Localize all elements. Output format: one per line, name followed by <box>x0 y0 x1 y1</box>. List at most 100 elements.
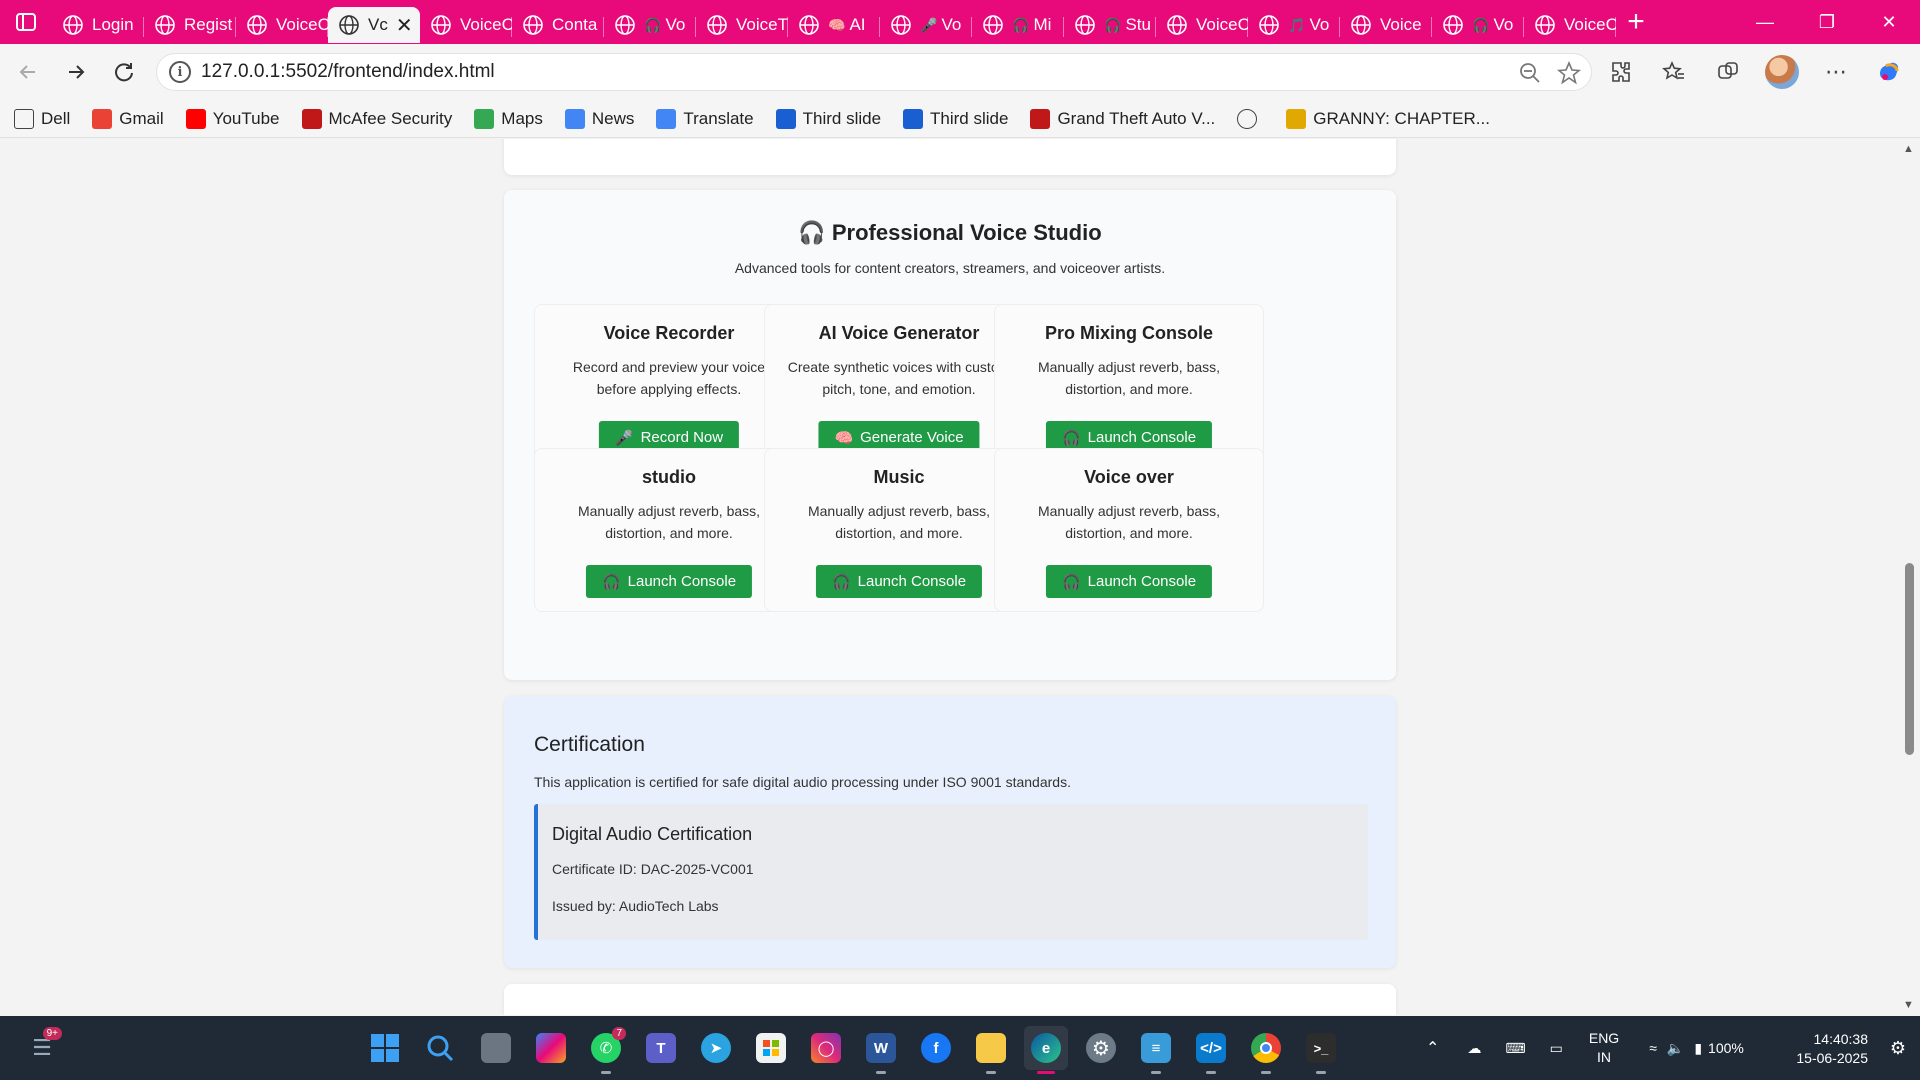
restore-button[interactable]: ❐ <box>1796 0 1858 44</box>
whatsapp-icon[interactable]: ✆ 7 <box>584 1026 628 1074</box>
new-tab-button[interactable]: + <box>1616 0 1656 44</box>
bookmark-10[interactable] <box>1237 108 1264 129</box>
favorites-icon[interactable] <box>1652 52 1696 92</box>
bookmark-6[interactable]: Translate <box>656 108 754 129</box>
bookmark-1[interactable]: Gmail <box>92 108 164 129</box>
bookmark-9[interactable]: Grand Theft Auto V... <box>1030 108 1215 129</box>
tab-actions-icon[interactable] <box>0 0 52 44</box>
display-icon[interactable]: ▭ <box>1550 1040 1563 1057</box>
refresh-button[interactable] <box>100 52 148 92</box>
volume-icon[interactable]: 🔈 <box>1667 1040 1684 1057</box>
address-bar[interactable]: i 127.0.0.1:5502/frontend/index.html <box>156 53 1592 91</box>
edge-icon[interactable]: e <box>1024 1026 1068 1074</box>
bookmark-0[interactable]: Dell <box>14 108 70 129</box>
telegram-icon[interactable]: ➤ <box>694 1026 738 1070</box>
page-scrollbar[interactable]: ▲ ▼ <box>1898 139 1920 1015</box>
tool-action-button[interactable]: 🎧 Launch Console <box>1045 565 1213 598</box>
close-window-button[interactable]: ✕ <box>1858 0 1920 44</box>
copilot-app-icon[interactable] <box>529 1026 573 1070</box>
terminal-icon[interactable]: >_ <box>1299 1026 1343 1074</box>
tab-emoji-icon: 🎧 <box>644 16 662 33</box>
tool-button-icon: 🎧 <box>1061 429 1081 447</box>
minimize-button[interactable]: — <box>1734 0 1796 44</box>
site-info-icon[interactable]: i <box>169 61 191 83</box>
close-tab-icon[interactable]: ✕ <box>396 13 413 38</box>
copilot-icon[interactable] <box>1868 52 1912 92</box>
tab-12[interactable]: VoiceC <box>1156 7 1248 43</box>
vscode-icon[interactable]: </> <box>1189 1026 1233 1074</box>
file-explorer-icon[interactable] <box>969 1026 1013 1074</box>
notepad-icon[interactable]: ≡ <box>1134 1026 1178 1074</box>
task-view-icon[interactable] <box>474 1026 518 1070</box>
tab-2[interactable]: VoiceC <box>236 7 328 43</box>
tool-button-icon: 🎧 <box>1061 573 1081 591</box>
tab-9[interactable]: 🎤 Vo <box>880 7 972 43</box>
facebook-icon[interactable]: f <box>914 1026 958 1070</box>
clock[interactable]: 14:40:38 15-06-2025 <box>1796 1030 1868 1068</box>
tool-title: AI Voice Generator <box>818 323 980 343</box>
bookmark-label: Gmail <box>119 108 164 128</box>
bookmark-7[interactable]: Third slide <box>775 108 881 129</box>
zoom-out-icon[interactable] <box>1519 62 1541 84</box>
more-menu-icon[interactable]: ⋯ <box>1814 52 1858 92</box>
tool-description: Manually adjust reverb, bass, distortion… <box>1037 359 1221 397</box>
bookmark-label: YouTube <box>212 108 280 128</box>
teams-icon[interactable]: T <box>639 1026 683 1070</box>
tab-14[interactable]: Voice <box>1340 7 1432 43</box>
crown-icon <box>1286 108 1307 129</box>
store-icon[interactable] <box>749 1026 793 1070</box>
clock-time: 14:40:38 <box>1813 1031 1869 1047</box>
youtube-icon <box>185 108 206 129</box>
tab-16[interactable]: VoiceC <box>1524 7 1616 43</box>
start-icon[interactable] <box>363 1026 407 1070</box>
wifi-icon[interactable]: ≈ <box>1649 1040 1657 1056</box>
tab-emoji-icon: 🧠 <box>828 16 846 33</box>
profile-avatar[interactable] <box>1760 52 1804 92</box>
tab-11[interactable]: 🎧 Stu <box>1064 7 1156 43</box>
battery-icon[interactable]: ▮ <box>1694 1040 1702 1057</box>
bookmark-2[interactable]: YouTube <box>185 108 280 129</box>
bookmark-3[interactable]: McAfee Security <box>301 108 452 129</box>
language-indicator[interactable]: ENG IN <box>1589 1029 1619 1067</box>
back-button[interactable] <box>4 52 52 92</box>
tab-emoji-icon: 🎧 <box>1472 16 1490 33</box>
globe-icon <box>1443 15 1463 35</box>
tray-expand-icon[interactable]: ⌃ <box>1426 1038 1439 1058</box>
globe-icon <box>339 15 359 35</box>
bookmark-5[interactable]: News <box>564 108 634 129</box>
bookmark-8[interactable]: Third slide <box>903 108 1008 129</box>
tab-10[interactable]: 🎧 Mi <box>972 7 1064 43</box>
keyboard-icon[interactable]: ⌨ <box>1505 1040 1525 1057</box>
chrome-icon[interactable] <box>1244 1026 1288 1074</box>
scrollbar-thumb[interactable] <box>1905 563 1914 755</box>
favorite-star-icon[interactable] <box>1557 61 1581 85</box>
scroll-up-icon[interactable]: ▲ <box>1903 143 1914 155</box>
tool-action-button[interactable]: 🎧 Launch Console <box>585 565 753 598</box>
tab-8[interactable]: 🧠 AI <box>788 7 880 43</box>
notifications-icon[interactable]: ⚙ <box>1890 1038 1906 1059</box>
bookmark-4[interactable]: Maps <box>474 108 543 129</box>
collections-icon[interactable] <box>1706 52 1750 92</box>
tab-7[interactable]: VoiceT <box>696 7 788 43</box>
folder-icon <box>14 108 34 129</box>
bookmark-11[interactable]: GRANNY: CHAPTER... <box>1286 108 1490 129</box>
word-icon[interactable]: W <box>859 1026 903 1074</box>
tab-5[interactable]: Conta <box>512 7 604 43</box>
system-tray: ⌃ ☁ ⌨ ▭ ENG IN ≈ 🔈 ▮ 100% <box>1426 1016 1744 1080</box>
instagram-icon[interactable]: ◯ <box>804 1026 848 1070</box>
tab-6[interactable]: 🎧 Vo <box>604 7 696 43</box>
tab-15[interactable]: 🎧 Vo <box>1432 7 1524 43</box>
tab-0[interactable]: Login <box>52 7 144 43</box>
tab-4[interactable]: VoiceC <box>420 7 512 43</box>
onedrive-icon[interactable]: ☁ <box>1467 1040 1481 1057</box>
tab-1[interactable]: Regist <box>144 7 236 43</box>
tab-13[interactable]: 🎵 Vo <box>1248 7 1340 43</box>
settings-icon[interactable]: ⚙ <box>1079 1026 1123 1070</box>
tool-action-button[interactable]: 🎧 Launch Console <box>815 565 983 598</box>
forward-button[interactable] <box>52 52 100 92</box>
extensions-icon[interactable] <box>1598 52 1642 92</box>
widgets-icon[interactable]: ☰ 9+ <box>20 1026 64 1070</box>
tab-3[interactable]: Vc ✕ <box>328 7 420 43</box>
scroll-down-icon[interactable]: ▼ <box>1903 999 1914 1011</box>
search-icon[interactable] <box>418 1026 462 1070</box>
